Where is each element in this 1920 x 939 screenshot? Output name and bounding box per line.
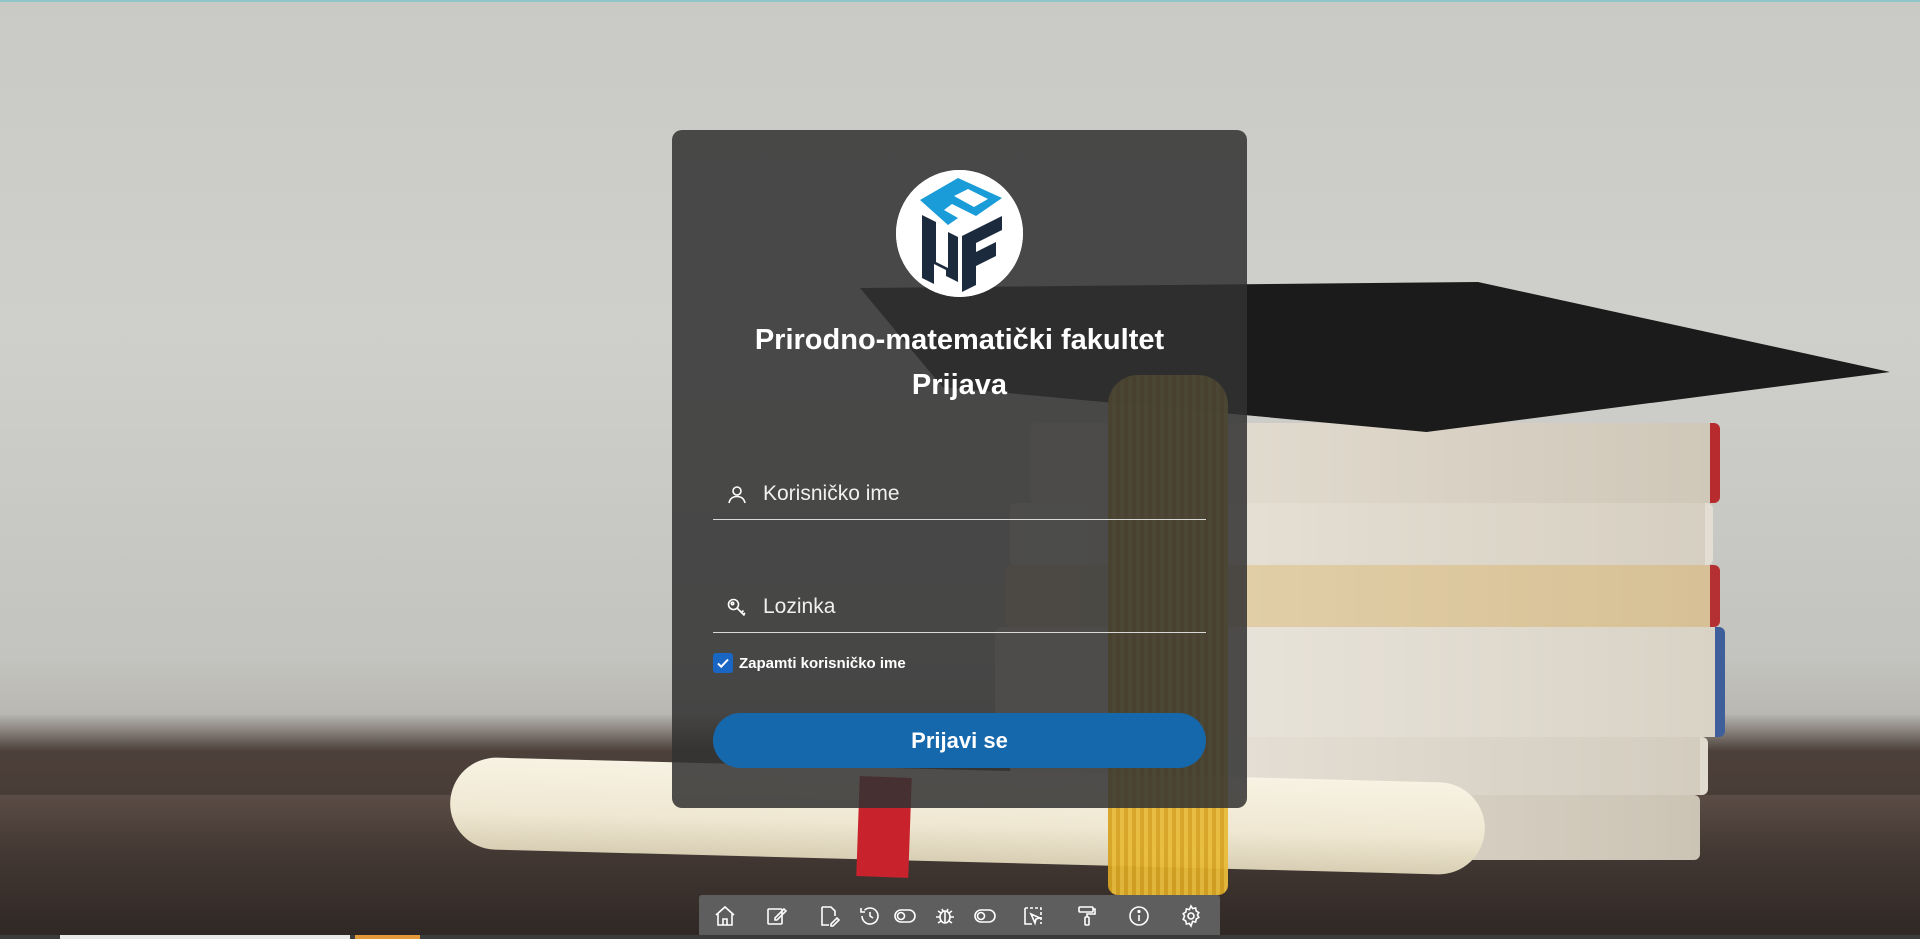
username-field [713, 469, 1206, 520]
remember-checkbox[interactable] [713, 653, 733, 673]
password-input[interactable] [761, 588, 1195, 626]
page-title: Prirodno-matematički fakultet Prijava [672, 318, 1247, 408]
select-element-icon[interactable] [1005, 895, 1061, 937]
toggle-icon[interactable] [965, 895, 1005, 937]
login-button[interactable]: Prijavi se [713, 713, 1206, 768]
taskbar-segment [355, 935, 420, 939]
form-title: Prijava [911, 369, 1008, 401]
pmf-logo-icon [896, 170, 1023, 297]
remember-username[interactable]: Zapamti korisničko ime [713, 652, 906, 674]
password-field [713, 582, 1206, 633]
paint-roller-icon[interactable] [1061, 895, 1113, 937]
user-icon [725, 482, 749, 506]
home-icon[interactable] [699, 895, 751, 937]
key-icon [725, 595, 749, 619]
remember-label: Zapamti korisničko ime [739, 654, 906, 672]
taskbar-segment [60, 935, 350, 939]
login-card: Prirodno-matematički fakultet Prijava Ko… [672, 130, 1247, 808]
taskbar-strip [0, 935, 1920, 939]
edit-icon[interactable] [751, 895, 803, 937]
login-page: Prirodno-matematički fakultet Prijava Ko… [0, 0, 1920, 939]
history-icon[interactable] [855, 895, 885, 937]
username-input[interactable] [761, 475, 1195, 513]
settings-icon[interactable] [1165, 895, 1217, 937]
info-icon[interactable] [1113, 895, 1165, 937]
edit-document-icon[interactable] [803, 895, 855, 937]
toggle-icon[interactable] [885, 895, 925, 937]
bug-icon[interactable] [925, 895, 965, 937]
bottom-toolbar [699, 895, 1220, 937]
faculty-name: Prirodno-matematički fakultet [754, 324, 1165, 356]
checkmark-icon [717, 658, 729, 669]
